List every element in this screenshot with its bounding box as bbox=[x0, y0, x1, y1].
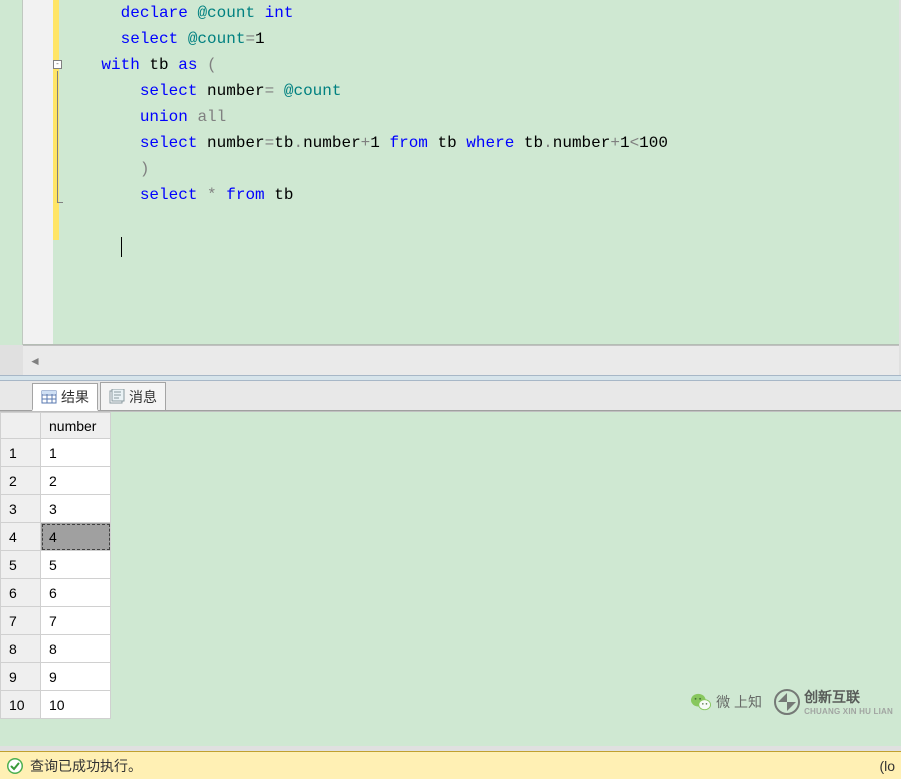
code-line[interactable]: select * from tb bbox=[63, 182, 899, 208]
scroll-left-arrow[interactable]: ◄ bbox=[23, 346, 47, 375]
table-row[interactable]: 1010 bbox=[1, 691, 111, 719]
horizontal-scrollbar[interactable]: ◄ bbox=[23, 345, 899, 375]
table-row[interactable]: 11 bbox=[1, 439, 111, 467]
code-line[interactable]: select @count=1 bbox=[63, 26, 899, 52]
code-line[interactable]: ) bbox=[63, 156, 899, 182]
tab-results-label: 结果 bbox=[61, 387, 89, 407]
cell-number[interactable]: 10 bbox=[41, 691, 111, 719]
column-header-number[interactable]: number bbox=[41, 413, 111, 439]
results-grid-area: number 1122334455667788991010 微 上知 创新互联 … bbox=[0, 411, 901, 746]
sql-editor-panel: declare @count int select @count=1 with … bbox=[0, 0, 901, 375]
code-line[interactable]: with tb as ( bbox=[63, 52, 899, 78]
table-row[interactable]: 77 bbox=[1, 607, 111, 635]
results-panel: 结果 消息 number 1122334455667788991010 微 上知 bbox=[0, 381, 901, 746]
row-header[interactable]: 7 bbox=[1, 607, 41, 635]
code-line[interactable] bbox=[63, 234, 899, 260]
wechat-icon bbox=[690, 692, 712, 712]
table-row[interactable]: 99 bbox=[1, 663, 111, 691]
fold-toggle-icon[interactable]: - bbox=[53, 60, 62, 69]
code-line[interactable]: declare @count int bbox=[63, 0, 899, 26]
brand-text: 创新互联 bbox=[804, 687, 893, 707]
tab-results[interactable]: 结果 bbox=[32, 383, 98, 411]
tab-messages-label: 消息 bbox=[129, 387, 157, 407]
brand-logo-icon bbox=[774, 689, 800, 715]
fold-end-mark bbox=[57, 202, 63, 203]
change-marker bbox=[53, 0, 59, 240]
row-header[interactable]: 1 bbox=[1, 439, 41, 467]
row-header[interactable]: 8 bbox=[1, 635, 41, 663]
brand-subtext: CHUANG XIN HU LIAN bbox=[804, 707, 893, 716]
cell-number[interactable]: 1 bbox=[41, 439, 111, 467]
cell-number[interactable]: 7 bbox=[41, 607, 111, 635]
editor-gutter bbox=[23, 0, 53, 344]
table-row[interactable]: 44 bbox=[1, 523, 111, 551]
cell-number[interactable]: 3 bbox=[41, 495, 111, 523]
cell-number[interactable]: 8 bbox=[41, 635, 111, 663]
success-check-icon bbox=[6, 757, 24, 775]
table-row[interactable]: 33 bbox=[1, 495, 111, 523]
row-header[interactable]: 5 bbox=[1, 551, 41, 579]
table-row[interactable]: 88 bbox=[1, 635, 111, 663]
table-row[interactable]: 66 bbox=[1, 579, 111, 607]
table-row[interactable]: 55 bbox=[1, 551, 111, 579]
code-line[interactable]: union all bbox=[63, 104, 899, 130]
table-row[interactable]: 22 bbox=[1, 467, 111, 495]
watermark-area: 微 上知 创新互联 CHUANG XIN HU LIAN bbox=[690, 687, 893, 716]
code-line[interactable]: select number=tb.number+1 from tb where … bbox=[63, 130, 899, 156]
code-line[interactable]: select number= @count bbox=[63, 78, 899, 104]
results-grid-icon bbox=[41, 389, 57, 405]
editor-indicator-margin bbox=[0, 0, 23, 345]
cell-number[interactable]: 6 bbox=[41, 579, 111, 607]
cell-number[interactable]: 2 bbox=[41, 467, 111, 495]
row-header[interactable]: 9 bbox=[1, 663, 41, 691]
fold-guide-line bbox=[57, 71, 58, 202]
tab-messages[interactable]: 消息 bbox=[100, 382, 166, 410]
code-line[interactable] bbox=[63, 208, 899, 234]
cell-number[interactable]: 9 bbox=[41, 663, 111, 691]
row-header[interactable]: 6 bbox=[1, 579, 41, 607]
results-table[interactable]: number 1122334455667788991010 bbox=[0, 412, 111, 719]
messages-icon bbox=[109, 389, 125, 405]
brand-watermark: 创新互联 CHUANG XIN HU LIAN bbox=[774, 687, 893, 716]
wechat-text: 微 上知 bbox=[716, 692, 762, 712]
row-header[interactable]: 2 bbox=[1, 467, 41, 495]
wechat-watermark: 微 上知 bbox=[690, 692, 762, 712]
cell-number[interactable]: 4 bbox=[41, 523, 111, 551]
cell-number[interactable]: 5 bbox=[41, 551, 111, 579]
row-header[interactable]: 3 bbox=[1, 495, 41, 523]
code-text-area[interactable]: declare @count int select @count=1 with … bbox=[63, 0, 899, 260]
status-bar: 查询已成功执行。 (lo bbox=[0, 751, 901, 779]
grid-corner-cell[interactable] bbox=[1, 413, 41, 439]
editor-content-area[interactable]: declare @count int select @count=1 with … bbox=[23, 0, 899, 345]
status-text: 查询已成功执行。 bbox=[30, 756, 142, 776]
status-right-text: (lo bbox=[879, 758, 895, 774]
results-tabs-row: 结果 消息 bbox=[0, 381, 901, 411]
row-header[interactable]: 10 bbox=[1, 691, 41, 719]
row-header[interactable]: 4 bbox=[1, 523, 41, 551]
